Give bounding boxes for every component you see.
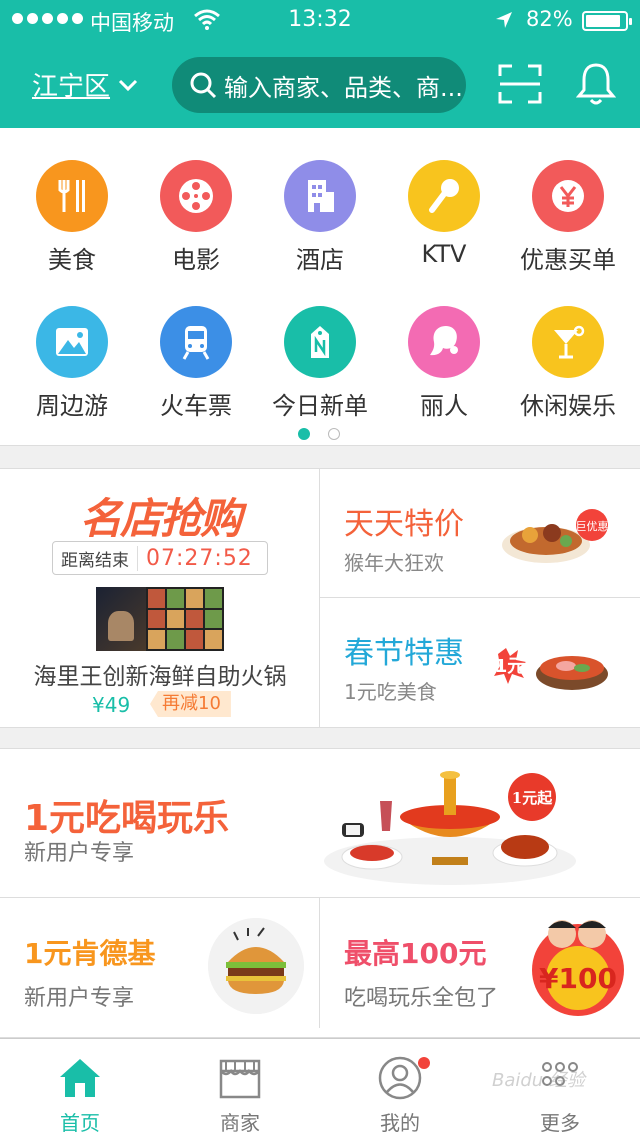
promo-title: 春节特惠 [344, 636, 464, 671]
page-dot-active[interactable] [298, 428, 310, 440]
promo-subtitle: 1元吃美食 [344, 680, 437, 704]
promo-spring-festival[interactable]: 春节特惠 1元吃美食 1元 [320, 598, 640, 727]
card-subtitle: 吃喝玩乐全包了 [344, 986, 499, 1011]
category-train-ticket[interactable]: 火车票 [134, 306, 258, 421]
card-title: 最高100元 [344, 937, 487, 970]
page-dot[interactable] [328, 428, 340, 440]
category-label: 丽人 [420, 392, 468, 420]
category-label: 优惠买单 [520, 246, 616, 274]
microphone-icon [408, 160, 480, 232]
promo-cards-row: 1元肯德基 新用户专享 最高100元 吃喝玩乐全包了 ¥100 [0, 898, 640, 1038]
top-header: 中国移动 13:32 82% 江宁区 输入商家、品类、商... [0, 0, 640, 128]
home-icon [60, 1059, 100, 1097]
hundred-yuan-badge-image: ¥100 [532, 920, 624, 1016]
search-icon [190, 72, 217, 99]
category-label: 美食 [48, 246, 96, 274]
promo-section: 名店抢购 距离结束 07:27:52 海里王创新海鲜自助火锅 ¥49 再减10 … [0, 468, 640, 728]
countdown-value: 07:27:52 [146, 545, 253, 571]
tag-icon [284, 306, 356, 378]
category-label: 电影 [172, 246, 220, 274]
category-grid: 美食 电影 酒店 KTV 优惠买单 周边游 火车票 今日新单 丽人 休闲娱乐 [0, 128, 640, 446]
chevron-down-icon [118, 79, 138, 91]
category-label: 休闲娱乐 [520, 392, 616, 420]
max-100-card[interactable]: 最高100元 吃喝玩乐全包了 ¥100 [320, 898, 640, 1028]
category-nearby-travel[interactable]: 周边游 [10, 306, 134, 421]
card-subtitle: 新用户专享 [24, 986, 135, 1011]
hotpot-feast-image: 1元起 [324, 771, 576, 885]
category-leisure[interactable]: 休闲娱乐 [506, 306, 630, 421]
category-beauty[interactable]: 丽人 [382, 306, 506, 421]
card-badge: ¥100 [539, 962, 617, 995]
location-arrow-icon [496, 12, 512, 28]
discount-tag: 再减10 [150, 691, 231, 717]
watermark: Baidu 经验 [492, 1070, 585, 1091]
fork-spoon-icon [36, 160, 108, 232]
card-title: 1元肯德基 [24, 937, 156, 970]
status-bar: 中国移动 13:32 82% [0, 0, 640, 40]
flash-sale-title: 名店抢购 [79, 494, 242, 543]
bell-icon[interactable] [576, 62, 616, 106]
tab-merchants[interactable]: 商家 [160, 1039, 320, 1136]
notification-dot [418, 1057, 430, 1069]
food-platter-image: 巨优惠 [502, 509, 609, 563]
yen-coin-icon [532, 160, 604, 232]
countdown-timer: 距离结束 07:27:52 [52, 541, 268, 575]
cocktail-icon [532, 306, 604, 378]
deal-price: ¥49 [92, 693, 131, 717]
category-label: 周边游 [36, 392, 108, 420]
search-box[interactable]: 输入商家、品类、商... [172, 57, 466, 113]
category-label: 酒店 [296, 246, 344, 274]
lady-icon [408, 306, 480, 378]
category-discount-pay[interactable]: 优惠买单 [506, 160, 630, 275]
tab-mine[interactable]: 我的 [320, 1039, 480, 1136]
user-icon [378, 1056, 422, 1100]
tab-home[interactable]: 首页 [0, 1039, 160, 1136]
deal-poster-image [96, 587, 224, 651]
promo-title: 天天特价 [344, 507, 464, 542]
category-new-today[interactable]: 今日新单 [258, 306, 382, 421]
promo-subtitle: 猴年大狂欢 [344, 551, 444, 575]
kfc-card[interactable]: 1元肯德基 新用户专享 [0, 898, 320, 1028]
flash-sale-card[interactable]: 名店抢购 距离结束 07:27:52 海里王创新海鲜自助火锅 ¥49 再减10 [0, 469, 320, 727]
tab-label: 我的 [380, 1111, 420, 1135]
scan-icon[interactable] [498, 64, 542, 104]
city-selector[interactable]: 江宁区 [32, 66, 138, 103]
tab-label: 商家 [220, 1111, 260, 1135]
landscape-icon [36, 306, 108, 378]
page-indicator[interactable] [298, 428, 340, 440]
tab-label: 更多 [540, 1111, 580, 1135]
building-icon [284, 160, 356, 232]
banner-title: 1元吃喝玩乐 [24, 798, 230, 839]
promo-badge: 1元 [495, 656, 526, 677]
search-placeholder: 输入商家、品类、商... [224, 73, 463, 102]
film-reel-icon [160, 160, 232, 232]
train-icon [160, 306, 232, 378]
category-hotel[interactable]: 酒店 [258, 160, 382, 275]
city-label: 江宁区 [32, 72, 111, 102]
battery-percent: 82% [526, 7, 573, 31]
category-movie[interactable]: 电影 [134, 160, 258, 275]
one-yuan-banner[interactable]: 1元吃喝玩乐 新用户专享 1元起 [0, 748, 640, 898]
promo-daily-special[interactable]: 天天特价 猴年大狂欢 巨优惠 [320, 469, 640, 598]
battery-icon [582, 11, 632, 31]
category-ktv[interactable]: KTV [382, 160, 506, 268]
category-label: KTV [421, 240, 467, 268]
banner-badge: 1元起 [512, 789, 553, 807]
burger-image [208, 918, 304, 1014]
banner-subtitle: 新用户专享 [24, 841, 135, 866]
store-icon [219, 1059, 261, 1099]
category-food[interactable]: 美食 [10, 160, 134, 275]
category-label: 火车票 [160, 392, 232, 420]
hotpot-bowl-image: 1元 [494, 648, 608, 690]
category-label: 今日新单 [272, 392, 368, 420]
tab-label: 首页 [60, 1111, 100, 1135]
deal-title: 海里王创新海鲜自助火锅 [33, 664, 287, 690]
countdown-label: 距离结束 [53, 545, 138, 571]
promo-badge: 巨优惠 [576, 519, 609, 533]
